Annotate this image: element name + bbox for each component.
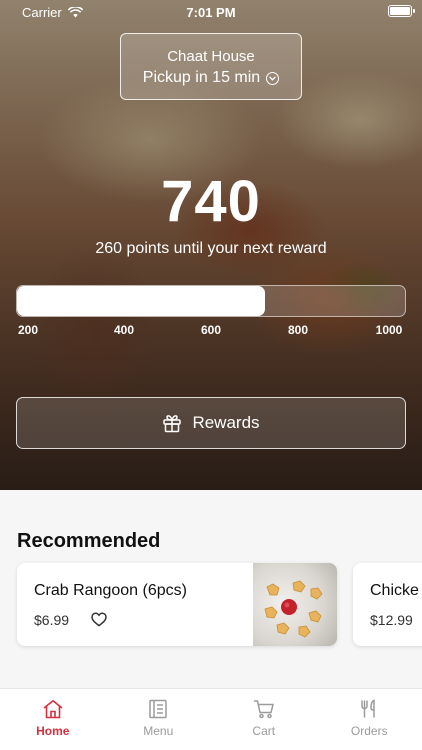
item-name: Chicke — [370, 582, 419, 599]
tick-label: 200 — [17, 323, 39, 337]
location-pickup-button[interactable]: Chaat House Pickup in 15 min — [120, 33, 302, 100]
tab-label: Cart — [252, 724, 276, 738]
battery-icon — [388, 5, 415, 17]
tab-cart[interactable]: Cart — [211, 689, 317, 750]
tab-label: Menu — [143, 724, 174, 738]
heart-icon[interactable] — [91, 612, 107, 627]
rewards-button-label: Rewards — [192, 413, 260, 432]
tab-menu[interactable]: Menu — [106, 689, 212, 750]
restaurant-name: Chaat House — [167, 48, 255, 65]
pickup-text: Pickup in 15 min — [142, 69, 261, 86]
clock: 7:01 PM — [186, 5, 236, 20]
recommended-title: Recommended — [17, 530, 161, 552]
menu-icon — [149, 699, 167, 719]
hero-banner: Carrier 7:01 PM Chaat House Pickup in 15… — [0, 0, 422, 490]
recommended-item-card[interactable]: Chicke $12.99 — [353, 563, 422, 646]
utensils-icon — [361, 699, 375, 718]
points-caption: 260 points until your next reward — [95, 240, 327, 257]
item-photo — [253, 563, 337, 646]
tick-label: 800 — [287, 323, 309, 337]
chevron-down-icon — [266, 71, 280, 85]
tab-label: Home — [36, 724, 70, 738]
tick-label: 600 — [200, 323, 222, 337]
item-name: Crab Rangoon (6pcs) — [34, 582, 187, 599]
rewards-progress-fill — [17, 286, 266, 316]
item-price: $12.99 — [370, 612, 413, 628]
pickup-time: Pickup in 15 min — [121, 69, 301, 87]
rewards-progress-bar — [16, 285, 406, 317]
item-price: $6.99 — [34, 612, 70, 628]
tab-bar: Home Menu Cart Orders — [0, 688, 422, 750]
tick-label: 1000 — [375, 323, 403, 337]
cart-icon — [253, 700, 274, 719]
tab-home[interactable]: Home — [0, 689, 106, 750]
rewards-button[interactable]: Rewards — [16, 397, 406, 449]
recommended-item-card[interactable]: Crab Rangoon (6pcs) $6.99 — [17, 563, 337, 646]
progress-ticks: 200 400 600 800 1000 — [0, 323, 422, 339]
home-icon — [43, 699, 63, 719]
points-total: 740 — [161, 169, 261, 234]
tab-label: Orders — [350, 724, 388, 738]
status-bar: Carrier 7:01 PM — [0, 0, 422, 24]
gift-icon — [163, 415, 182, 433]
tab-orders[interactable]: Orders — [317, 689, 422, 750]
tick-label: 400 — [113, 323, 135, 337]
